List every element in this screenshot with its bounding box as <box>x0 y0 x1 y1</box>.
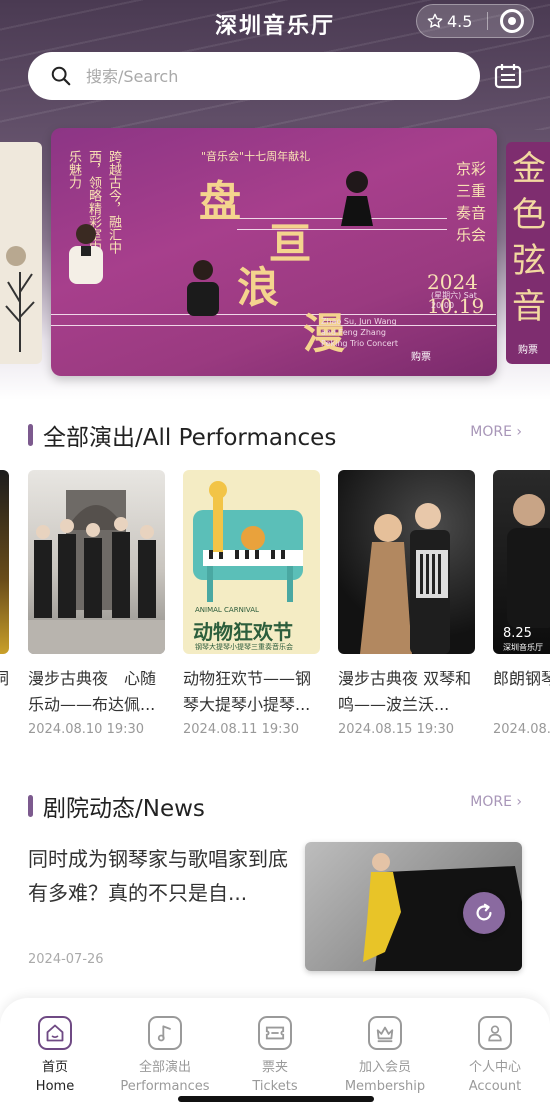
performance-poster <box>28 470 165 654</box>
performances-header: 全部演出/All Performances <box>28 418 336 452</box>
banner-char: 盘 <box>199 177 242 226</box>
performance-poster: ANIMAL CARNIVAL 动物狂欢节 钢琴大提琴小提琴三重奏音乐会 <box>183 470 320 654</box>
performance-title: 漫步古典夜 双琴和鸣——波兰沃... <box>338 669 472 714</box>
close-target-icon[interactable] <box>500 9 524 33</box>
performance-card[interactable]: 漫步古典夜 双琴和鸣——波兰沃... 2024.08.15 19:30 <box>338 470 475 737</box>
search-icon <box>51 66 71 86</box>
banner-char: 浪 <box>237 263 280 312</box>
performer-photo <box>341 171 373 226</box>
performer-photo <box>69 224 103 284</box>
home-indicator <box>178 1096 374 1102</box>
news-header: 剧院动态/News <box>28 789 205 823</box>
performance-poster <box>338 470 475 654</box>
poster-subtitle: 钢琴大提琴小提琴三重奏音乐会 <box>195 643 293 651</box>
poster-brand: 深圳音乐厅 <box>503 643 543 652</box>
star-icon <box>427 13 443 28</box>
search-input[interactable] <box>86 66 426 86</box>
performance-card[interactable]: ANIMAL CARNIVAL 动物狂欢节 钢琴大提琴小提琴三重奏音乐会 动物狂… <box>183 470 320 737</box>
news-item-title: 同时成为钢琴家与歌唱家到底有多难？真的不只是自... <box>28 847 288 905</box>
music-note-icon <box>148 1016 182 1050</box>
rating-button[interactable]: 4.5 <box>417 12 487 31</box>
performance-card[interactable]: 洞 <box>0 470 9 718</box>
search-bar[interactable] <box>28 52 480 100</box>
performer-photo <box>187 260 219 316</box>
performance-title: 漫步古典夜 心随乐动——布达佩... <box>28 669 157 714</box>
tab-label-en: Performances <box>120 1079 210 1094</box>
calendar-button[interactable] <box>490 58 526 94</box>
tab-label-cn: 票夹 <box>261 1060 288 1075</box>
poster-en-title: ANIMAL CARNIVAL <box>195 606 259 614</box>
tab-home[interactable]: 首页 Home <box>0 1016 110 1113</box>
carousel-next-banner[interactable]: 金色弦音 购票 <box>506 142 550 364</box>
capsule-divider <box>487 12 488 30</box>
refresh-button[interactable] <box>463 892 505 934</box>
more-label: MORE <box>470 794 512 810</box>
next-banner-title: 金色弦音 <box>512 149 546 327</box>
calendar-icon <box>494 64 522 89</box>
tab-label-en: Account <box>468 1079 522 1094</box>
performance-poster: 8.25 深圳音乐厅 <box>493 470 550 654</box>
carousel-banner[interactable]: 跨越古今，融汇中西，领略精彩室内乐魅力 "音乐会"十七周年献礼 盘 亘 浪 漫 … <box>51 128 497 376</box>
tab-label-cn: 个人中心 <box>468 1060 521 1075</box>
ensemble-photo <box>28 490 165 654</box>
section-marker <box>28 424 33 446</box>
banner-buy-label: 购票 <box>411 352 431 363</box>
mini-program-capsule: 4.5 <box>416 4 534 38</box>
carousel-prev-banner[interactable] <box>0 142 42 364</box>
tree-illustration <box>5 246 35 352</box>
banner-performers-en: Zhao Su, Jun Wang and Feng Zhang Peking … <box>321 317 398 348</box>
tab-label-en: Membership <box>344 1079 426 1094</box>
ticket-icon <box>258 1016 292 1050</box>
tab-label-cn: 加入会员 <box>358 1060 411 1075</box>
performance-card[interactable]: 漫步古典夜 心随乐动——布达佩... 2024.08.10 19:30 <box>28 470 165 737</box>
performance-date: 2024.08. <box>493 722 550 737</box>
poster-title: 动物狂欢节 <box>193 620 293 644</box>
rating-value: 4.5 <box>447 11 473 31</box>
performance-date: 2024.08.11 19:30 <box>183 722 300 737</box>
poster-date: 8.25 <box>503 626 532 641</box>
tab-label-cn: 全部演出 <box>138 1060 191 1075</box>
news-more-link[interactable]: MORE › <box>470 794 522 810</box>
news-title: 剧院动态/News <box>43 796 205 822</box>
home-icon <box>38 1016 72 1050</box>
performance-title: 郎朗钢琴会 <box>493 669 550 688</box>
chevron-right-icon: › <box>516 794 522 810</box>
performance-title: 洞 <box>0 669 9 688</box>
news-item-date: 2024-07-26 <box>28 952 104 967</box>
tab-label-en: Tickets <box>252 1079 298 1094</box>
more-label: MORE <box>470 424 512 440</box>
chevron-right-icon: › <box>516 424 522 440</box>
performance-date: 2024.08.15 19:30 <box>338 722 455 737</box>
performance-card[interactable]: 8.25 深圳音乐厅 郎朗钢琴会 2024.08. <box>493 470 550 737</box>
duo-photo <box>360 503 450 654</box>
performance-title: 动物狂欢节——钢琴大提琴小提琴... <box>183 669 312 714</box>
tab-label-cn: 首页 <box>41 1060 68 1075</box>
person-icon <box>478 1016 512 1050</box>
tab-label-en: Home <box>35 1079 75 1094</box>
performance-date: 2024.08.10 19:30 <box>28 722 145 737</box>
news-item[interactable]: 同时成为钢琴家与歌唱家到底有多难？真的不只是自... 2024-07-26 <box>28 842 522 972</box>
performances-list: 洞 漫步古典夜 心随乐动——布达佩... 2024.08.10 19:30 AN… <box>0 470 550 750</box>
performances-more-link[interactable]: MORE › <box>470 424 522 440</box>
section-marker <box>28 795 33 817</box>
performances-title: 全部演出/All Performances <box>43 425 337 451</box>
banner-time: (星期六) Sat 20:00 <box>431 291 477 310</box>
tab-account[interactable]: 个人中心 Account <box>440 1016 550 1113</box>
refresh-icon <box>476 903 492 921</box>
crown-icon <box>368 1016 402 1050</box>
next-banner-buy: 购票 <box>518 345 538 356</box>
banner-concert-title: 京彩三重奏音乐会 <box>455 160 486 244</box>
performance-poster <box>0 470 9 654</box>
banner-subtitle: "音乐会"十七周年献礼 <box>201 150 311 163</box>
